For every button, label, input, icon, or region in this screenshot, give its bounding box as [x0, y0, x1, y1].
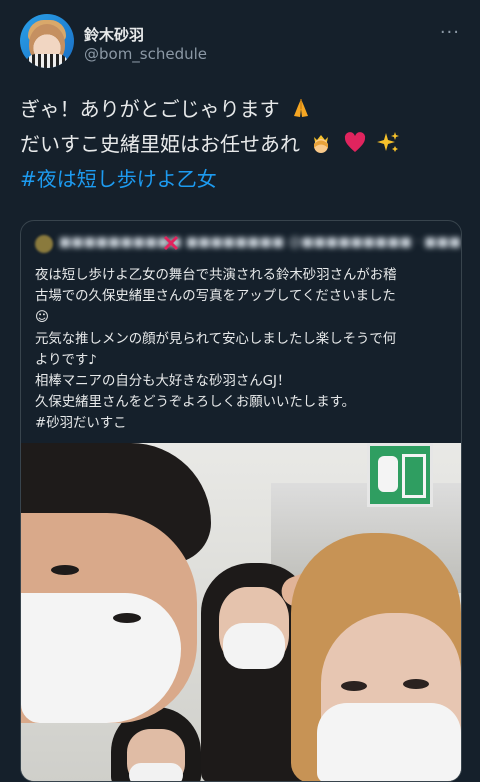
quoted-avatar: [35, 235, 53, 253]
avatar-shirt: [26, 54, 68, 68]
tweet-header: 鈴木砂羽 @bom_schedule ···: [20, 14, 464, 70]
quote-line: 相棒マニアの自分も大好きな砂羽さんGJ！: [35, 374, 291, 390]
eye: [341, 681, 367, 691]
cross-mark-icon: [163, 235, 179, 251]
exit-door: [402, 454, 426, 498]
quoted-tweet-text: 夜は短し歩けよ乙女の舞台で共演される鈴木砂羽さんがお稽 古場での久保史緒里さんの…: [35, 265, 449, 435]
quoted-photo[interactable]: [21, 443, 461, 781]
quoted-tweet-header: ■■■■■■■■■■ ■■■■■■■■ @■■■■■■■■■ · ■■■: [35, 233, 461, 257]
tweet-line-2-text: だいすこ史緒里姫はお任せあれ: [20, 132, 300, 156]
eye: [403, 679, 429, 689]
eye: [51, 565, 79, 575]
display-name[interactable]: 鈴木砂羽: [84, 24, 144, 45]
mask: [317, 703, 461, 781]
user-handle[interactable]: @bom_schedule: [84, 45, 207, 63]
mask: [223, 623, 285, 669]
tweet-line-3: #夜は短し歩けよ乙女: [20, 162, 460, 197]
hashtag-link[interactable]: #夜は短し歩けよ乙女: [20, 167, 217, 191]
profile-avatar[interactable]: [20, 14, 74, 68]
sparkles-icon: [377, 132, 400, 152]
quote-line: 久保史緒里さんをどうぞよろしくお願いいたします。: [35, 395, 356, 411]
tweet-line-1: ぎゃ！ありがとごじゃります: [20, 92, 460, 127]
person-right: [291, 533, 461, 781]
exit-figure: [378, 456, 398, 492]
exit-sign-icon: [367, 443, 433, 507]
princess-icon: [314, 135, 329, 153]
quoted-tweet[interactable]: ■■■■■■■■■■ ■■■■■■■■ @■■■■■■■■■ · ■■■ 夜は短…: [20, 220, 462, 782]
quote-line: 古場での久保史緒里さんの写真をアップしてくださいました: [35, 289, 396, 305]
red-heart-icon: [344, 132, 365, 152]
folded-hands-icon: [293, 99, 308, 117]
person-left: [21, 443, 211, 781]
tweet-line-2: だいすこ史緒里姫はお任せあれ: [20, 127, 460, 162]
more-options-icon[interactable]: ···: [440, 22, 460, 43]
quote-line: 夜は短し歩けよ乙女の舞台で共演される鈴木砂羽さんがお稽: [35, 268, 397, 283]
eye: [113, 613, 141, 623]
quote-hashtag[interactable]: #砂羽だいすこ: [35, 413, 449, 434]
quoted-author-blurred: ■■■■■■■■■■ ■■■■■■■■ @■■■■■■■■■ · ■■■: [59, 235, 462, 250]
tweet-text: ぎゃ！ありがとごじゃります だいすこ史緒里姫はお任せあれ #夜は短し歩けよ乙女: [20, 92, 460, 197]
quote-line: よりです♪: [35, 352, 97, 368]
quote-line: ☺: [35, 310, 49, 326]
quote-line: 元気な推しメンの顔が見られて安心しましたし楽しそうで何: [35, 331, 397, 347]
tweet-line-1-text: ぎゃ！ありがとごじゃります: [20, 97, 280, 121]
